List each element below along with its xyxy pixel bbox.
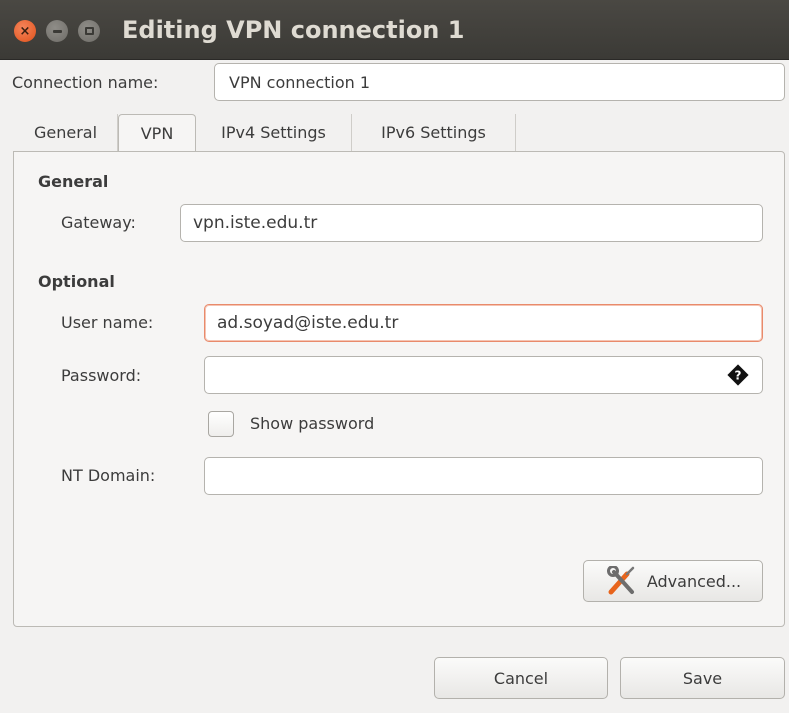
gateway-label: Gateway: <box>61 213 136 232</box>
cancel-button-label: Cancel <box>493 668 549 688</box>
minimize-button[interactable] <box>46 20 68 42</box>
password-field-wrap: ? <box>204 356 763 394</box>
show-password-checkbox[interactable] <box>208 411 234 437</box>
maximize-button[interactable] <box>78 20 100 42</box>
connection-name-input[interactable] <box>214 63 785 101</box>
tab-ipv4-settings[interactable]: IPv4 Settings <box>196 114 352 152</box>
password-storage-icon[interactable]: ? <box>727 364 749 386</box>
general-section-heading: General <box>38 172 109 191</box>
save-button-label: Save <box>682 668 723 688</box>
password-input[interactable] <box>204 356 763 394</box>
close-icon: × <box>19 23 31 39</box>
window-title: Editing VPN connection 1 <box>122 16 465 44</box>
save-button[interactable]: Save <box>620 657 785 699</box>
title-bar[interactable]: × Editing VPN connection 1 <box>0 0 789 60</box>
vpn-tab-panel: General Gateway: Optional User name: Pas… <box>13 151 785 627</box>
optional-section-heading: Optional <box>38 272 115 291</box>
connection-name-label: Connection name: <box>12 73 159 92</box>
nt-domain-label: NT Domain: <box>61 466 156 485</box>
advanced-button-label: Advanced... <box>646 571 742 591</box>
show-password-label[interactable]: Show password <box>250 411 374 437</box>
minimize-icon <box>52 29 62 33</box>
tab-ipv6-settings[interactable]: IPv6 Settings <box>352 114 516 152</box>
tab-vpn[interactable]: VPN <box>118 114 196 153</box>
gateway-input[interactable] <box>180 204 763 242</box>
tab-general[interactable]: General <box>14 114 118 152</box>
dialog-window: × Editing VPN connection 1 Connection na… <box>0 0 789 713</box>
advanced-button[interactable]: Advanced... <box>583 560 763 602</box>
username-label: User name: <box>61 313 154 332</box>
cancel-button[interactable]: Cancel <box>434 657 608 699</box>
nt-domain-input[interactable] <box>204 457 763 495</box>
username-input[interactable] <box>204 304 763 342</box>
close-button[interactable]: × <box>14 20 36 42</box>
maximize-icon <box>84 27 94 35</box>
tools-icon <box>605 566 639 596</box>
password-label: Password: <box>61 366 142 385</box>
svg-text:?: ? <box>735 369 742 383</box>
